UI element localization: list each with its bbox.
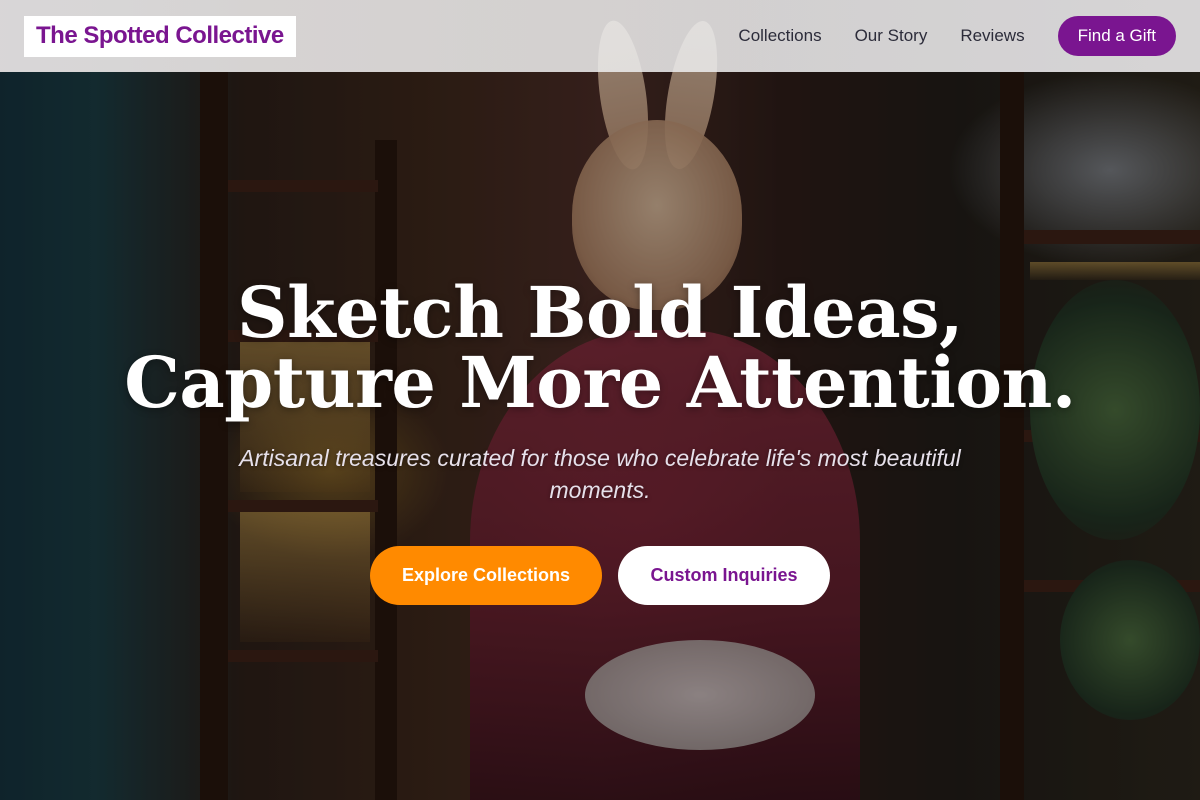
custom-inquiries-button[interactable]: Custom Inquiries [618, 546, 830, 605]
nav-link-collections[interactable]: Collections [738, 26, 821, 46]
nav-link-reviews[interactable]: Reviews [960, 26, 1024, 46]
main-nav: Collections Our Story Reviews Find a Gif… [738, 16, 1176, 56]
nav-link-our-story[interactable]: Our Story [855, 26, 928, 46]
brand-logo[interactable]: The Spotted Collective [24, 15, 296, 57]
hero-subheadline: Artisanal treasures curated for those wh… [239, 445, 961, 503]
hero-headline-line-2: Capture More Attention. [124, 341, 1076, 424]
top-navigation-bar: The Spotted Collective Collections Our S… [0, 0, 1200, 72]
hero-section: Sketch Bold Ideas, Capture More Attentio… [0, 0, 1200, 800]
hero-headline: Sketch Bold Ideas, Capture More Attentio… [0, 278, 1200, 418]
explore-collections-button[interactable]: Explore Collections [370, 546, 602, 605]
hero-cta-group: Explore Collections Custom Inquiries [0, 546, 1200, 605]
find-a-gift-button[interactable]: Find a Gift [1057, 16, 1176, 56]
